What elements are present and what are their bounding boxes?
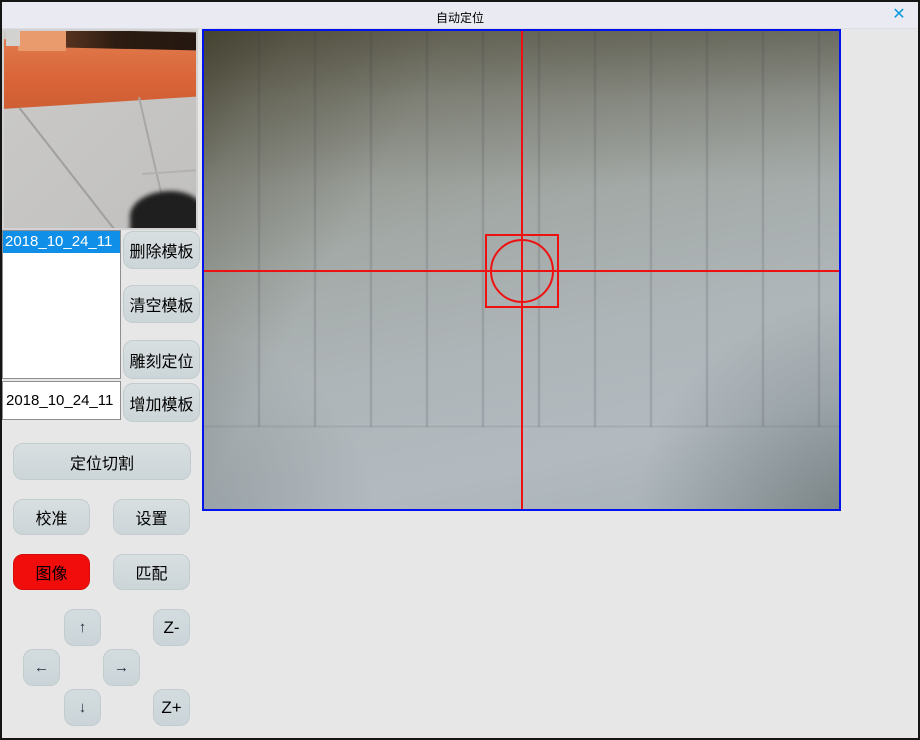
thumbnail-dark-object	[130, 191, 198, 230]
delete-template-button[interactable]: 删除模板	[123, 231, 200, 269]
arrow-left-icon: ←	[34, 659, 49, 676]
thumbnail-tile-line	[18, 107, 115, 230]
thumbnail-dark-strip	[62, 30, 198, 51]
arrow-down-icon: ↓	[79, 699, 87, 716]
jog-up-button[interactable]: ↑	[64, 609, 101, 646]
thumbnail-tile-line	[142, 169, 198, 175]
list-item[interactable]: 2018_10_24_11	[3, 231, 120, 253]
arrow-up-icon: ↑	[79, 619, 87, 636]
close-icon[interactable]: ✕	[886, 4, 912, 26]
match-button[interactable]: 匹配	[113, 554, 190, 590]
settings-button[interactable]: 设置	[113, 499, 190, 535]
jog-down-button[interactable]: ↓	[64, 689, 101, 726]
jog-right-button[interactable]: →	[103, 649, 140, 686]
target-circle-marker	[490, 239, 554, 303]
image-button[interactable]: 图像	[13, 554, 90, 590]
clear-template-button[interactable]: 清空模板	[123, 285, 200, 323]
position-cut-button[interactable]: 定位切割	[13, 443, 191, 480]
template-list[interactable]: 2018_10_24_11	[2, 230, 121, 379]
thumbnail-gray-block	[6, 31, 20, 46]
title-bar: 自动定位 ✕	[2, 2, 918, 29]
thumbnail-light-block	[18, 31, 66, 51]
dialog-title: 自动定位	[2, 9, 918, 26]
arrow-right-icon: →	[114, 659, 129, 676]
template-thumbnail	[2, 29, 198, 230]
template-name-field[interactable]: 2018_10_24_11	[2, 381, 121, 420]
auto-position-dialog: 自动定位 ✕ 2018_10_24_11 2018_10_24_11 删除模板 …	[0, 0, 920, 740]
camera-view[interactable]	[202, 29, 841, 511]
engrave-position-button[interactable]: 雕刻定位	[123, 340, 200, 379]
calibrate-button[interactable]: 校准	[13, 499, 90, 535]
jog-left-button[interactable]: ←	[23, 649, 60, 686]
z-minus-button[interactable]: Z-	[153, 609, 190, 646]
z-plus-button[interactable]: Z+	[153, 689, 190, 726]
add-template-button[interactable]: 增加模板	[123, 383, 200, 422]
